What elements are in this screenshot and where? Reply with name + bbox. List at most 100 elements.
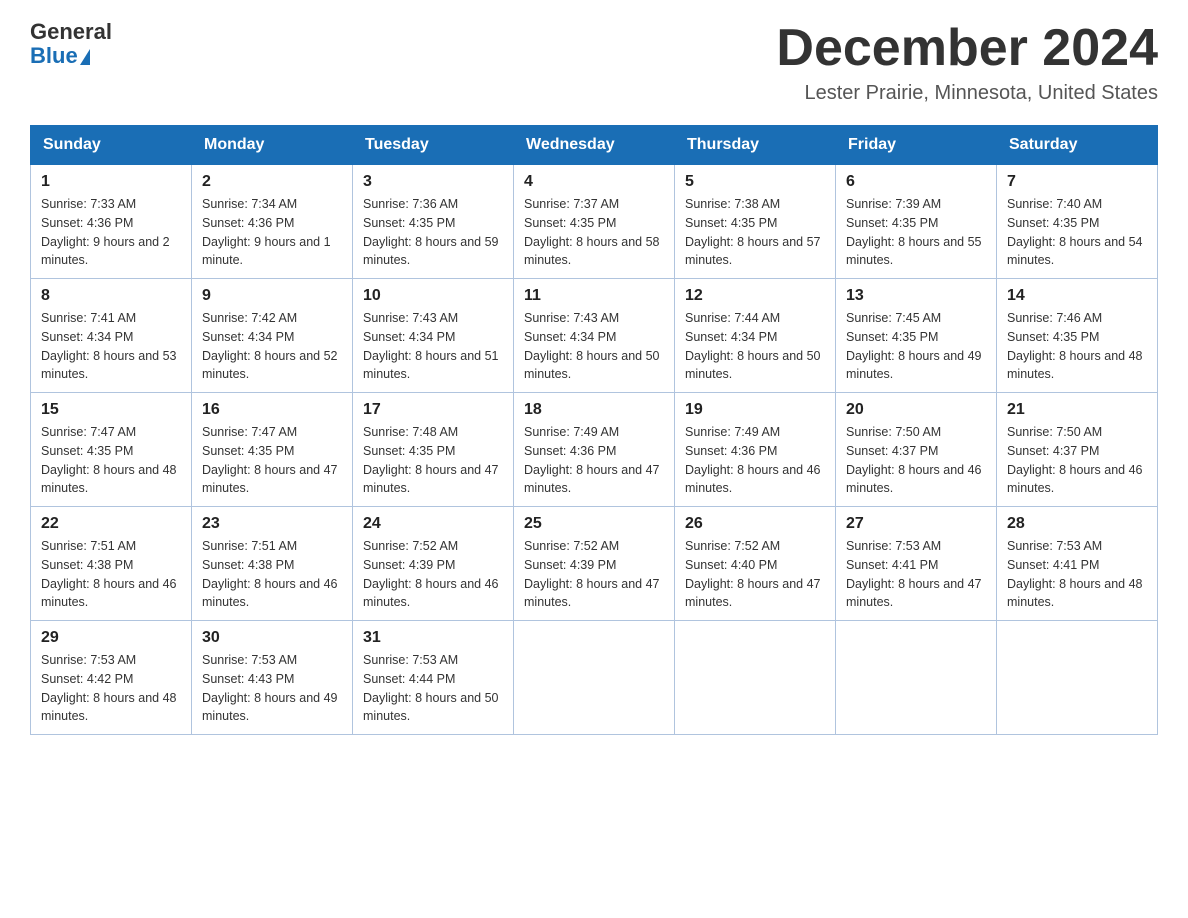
calendar-cell	[836, 621, 997, 735]
day-number: 25	[524, 515, 664, 533]
day-info: Sunrise: 7:43 AMSunset: 4:34 PMDaylight:…	[363, 309, 503, 384]
calendar-week-row: 15 Sunrise: 7:47 AMSunset: 4:35 PMDayligh…	[31, 393, 1158, 507]
day-number: 31	[363, 629, 503, 647]
calendar-cell: 31 Sunrise: 7:53 AMSunset: 4:44 PMDayligh…	[353, 621, 514, 735]
calendar-cell	[997, 621, 1158, 735]
day-info: Sunrise: 7:44 AMSunset: 4:34 PMDaylight:…	[685, 309, 825, 384]
header-thursday: Thursday	[675, 126, 836, 165]
day-info: Sunrise: 7:42 AMSunset: 4:34 PMDaylight:…	[202, 309, 342, 384]
calendar-cell	[514, 621, 675, 735]
calendar-week-row: 29 Sunrise: 7:53 AMSunset: 4:42 PMDayligh…	[31, 621, 1158, 735]
day-number: 27	[846, 515, 986, 533]
calendar-cell: 22Sunrise: 7:51 AMSunset: 4:38 PMDayligh…	[31, 507, 192, 621]
day-number: 24	[363, 515, 503, 533]
header-friday: Friday	[836, 126, 997, 165]
day-number: 14	[1007, 287, 1147, 305]
header-saturday: Saturday	[997, 126, 1158, 165]
day-number: 7	[1007, 173, 1147, 191]
day-number: 12	[685, 287, 825, 305]
logo-triangle	[80, 49, 90, 65]
calendar-cell: 1 Sunrise: 7:33 AMSunset: 4:36 PMDaylight…	[31, 165, 192, 279]
day-info: Sunrise: 7:53 AMSunset: 4:41 PMDaylight:…	[1007, 537, 1147, 612]
calendar-cell: 12 Sunrise: 7:44 AMSunset: 4:34 PMDayligh…	[675, 279, 836, 393]
calendar-cell: 3 Sunrise: 7:36 AMSunset: 4:35 PMDaylight…	[353, 165, 514, 279]
day-info: Sunrise: 7:49 AMSunset: 4:36 PMDaylight:…	[524, 423, 664, 498]
calendar-table: SundayMondayTuesdayWednesdayThursdayFrid…	[30, 125, 1158, 735]
calendar-cell: 16Sunrise: 7:47 AMSunset: 4:35 PMDayligh…	[192, 393, 353, 507]
day-number: 4	[524, 173, 664, 191]
day-number: 3	[363, 173, 503, 191]
logo-general: General	[30, 20, 112, 44]
day-info: Sunrise: 7:36 AMSunset: 4:35 PMDaylight:…	[363, 195, 503, 270]
day-info: Sunrise: 7:43 AMSunset: 4:34 PMDaylight:…	[524, 309, 664, 384]
day-number: 5	[685, 173, 825, 191]
logo-text: General Blue	[30, 20, 112, 68]
day-number: 11	[524, 287, 664, 305]
calendar-cell: 13Sunrise: 7:45 AMSunset: 4:35 PMDayligh…	[836, 279, 997, 393]
calendar-header-row: SundayMondayTuesdayWednesdayThursdayFrid…	[31, 126, 1158, 165]
calendar-cell: 5 Sunrise: 7:38 AMSunset: 4:35 PMDaylight…	[675, 165, 836, 279]
day-number: 16	[202, 401, 342, 419]
location: Lester Prairie, Minnesota, United States	[776, 82, 1158, 105]
day-info: Sunrise: 7:52 AMSunset: 4:40 PMDaylight:…	[685, 537, 825, 612]
calendar-cell: 25 Sunrise: 7:52 AMSunset: 4:39 PMDayligh…	[514, 507, 675, 621]
day-info: Sunrise: 7:51 AMSunset: 4:38 PMDaylight:…	[202, 537, 342, 612]
calendar-cell: 20Sunrise: 7:50 AMSunset: 4:37 PMDayligh…	[836, 393, 997, 507]
day-info: Sunrise: 7:53 AMSunset: 4:42 PMDaylight:…	[41, 651, 181, 726]
page-header: General Blue December 2024 Lester Prairi…	[30, 20, 1158, 105]
calendar-cell: 11 Sunrise: 7:43 AMSunset: 4:34 PMDayligh…	[514, 279, 675, 393]
day-info: Sunrise: 7:41 AMSunset: 4:34 PMDaylight:…	[41, 309, 181, 384]
day-number: 19	[685, 401, 825, 419]
calendar-cell: 7 Sunrise: 7:40 AMSunset: 4:35 PMDaylight…	[997, 165, 1158, 279]
header-wednesday: Wednesday	[514, 126, 675, 165]
day-number: 17	[363, 401, 503, 419]
day-info: Sunrise: 7:38 AMSunset: 4:35 PMDaylight:…	[685, 195, 825, 270]
day-number: 10	[363, 287, 503, 305]
calendar-cell: 17 Sunrise: 7:48 AMSunset: 4:35 PMDayligh…	[353, 393, 514, 507]
calendar-week-row: 1 Sunrise: 7:33 AMSunset: 4:36 PMDaylight…	[31, 165, 1158, 279]
day-info: Sunrise: 7:46 AMSunset: 4:35 PMDaylight:…	[1007, 309, 1147, 384]
day-number: 9	[202, 287, 342, 305]
calendar-cell: 9 Sunrise: 7:42 AMSunset: 4:34 PMDaylight…	[192, 279, 353, 393]
calendar-cell	[675, 621, 836, 735]
day-info: Sunrise: 7:48 AMSunset: 4:35 PMDaylight:…	[363, 423, 503, 498]
logo-blue: Blue	[30, 44, 78, 68]
calendar-cell: 24Sunrise: 7:52 AMSunset: 4:39 PMDayligh…	[353, 507, 514, 621]
day-number: 18	[524, 401, 664, 419]
day-info: Sunrise: 7:40 AMSunset: 4:35 PMDaylight:…	[1007, 195, 1147, 270]
calendar-cell: 29 Sunrise: 7:53 AMSunset: 4:42 PMDayligh…	[31, 621, 192, 735]
calendar-cell: 18 Sunrise: 7:49 AMSunset: 4:36 PMDayligh…	[514, 393, 675, 507]
day-info: Sunrise: 7:33 AMSunset: 4:36 PMDaylight:…	[41, 195, 181, 270]
calendar-cell: 6Sunrise: 7:39 AMSunset: 4:35 PMDaylight…	[836, 165, 997, 279]
calendar-cell: 27Sunrise: 7:53 AMSunset: 4:41 PMDayligh…	[836, 507, 997, 621]
header-monday: Monday	[192, 126, 353, 165]
calendar-cell: 30Sunrise: 7:53 AMSunset: 4:43 PMDayligh…	[192, 621, 353, 735]
header-sunday: Sunday	[31, 126, 192, 165]
day-info: Sunrise: 7:50 AMSunset: 4:37 PMDaylight:…	[1007, 423, 1147, 498]
month-title: December 2024	[776, 20, 1158, 77]
day-number: 6	[846, 173, 986, 191]
calendar-cell: 26Sunrise: 7:52 AMSunset: 4:40 PMDayligh…	[675, 507, 836, 621]
day-info: Sunrise: 7:52 AMSunset: 4:39 PMDaylight:…	[524, 537, 664, 612]
day-info: Sunrise: 7:34 AMSunset: 4:36 PMDaylight:…	[202, 195, 342, 270]
day-number: 22	[41, 515, 181, 533]
day-info: Sunrise: 7:49 AMSunset: 4:36 PMDaylight:…	[685, 423, 825, 498]
day-info: Sunrise: 7:37 AMSunset: 4:35 PMDaylight:…	[524, 195, 664, 270]
title-section: December 2024 Lester Prairie, Minnesota,…	[776, 20, 1158, 105]
day-number: 13	[846, 287, 986, 305]
calendar-week-row: 22 Sunrise: 7:51 AMSunset: 4:38 PMDayligh…	[31, 507, 1158, 621]
day-number: 29	[41, 629, 181, 647]
calendar-cell: 23 Sunrise: 7:51 AMSunset: 4:38 PMDayligh…	[192, 507, 353, 621]
day-number: 15	[41, 401, 181, 419]
day-number: 1	[41, 173, 181, 191]
day-number: 30	[202, 629, 342, 647]
day-number: 21	[1007, 401, 1147, 419]
day-info: Sunrise: 7:53 AMSunset: 4:44 PMDaylight:…	[363, 651, 503, 726]
calendar-cell: 28 Sunrise: 7:53 AMSunset: 4:41 PMDayligh…	[997, 507, 1158, 621]
day-number: 28	[1007, 515, 1147, 533]
calendar-cell: 14 Sunrise: 7:46 AMSunset: 4:35 PMDayligh…	[997, 279, 1158, 393]
day-number: 23	[202, 515, 342, 533]
logo[interactable]: General Blue	[30, 20, 112, 68]
calendar-cell: 8Sunrise: 7:41 AMSunset: 4:34 PMDaylight…	[31, 279, 192, 393]
day-info: Sunrise: 7:47 AMSunset: 4:35 PMDaylight:…	[41, 423, 181, 498]
